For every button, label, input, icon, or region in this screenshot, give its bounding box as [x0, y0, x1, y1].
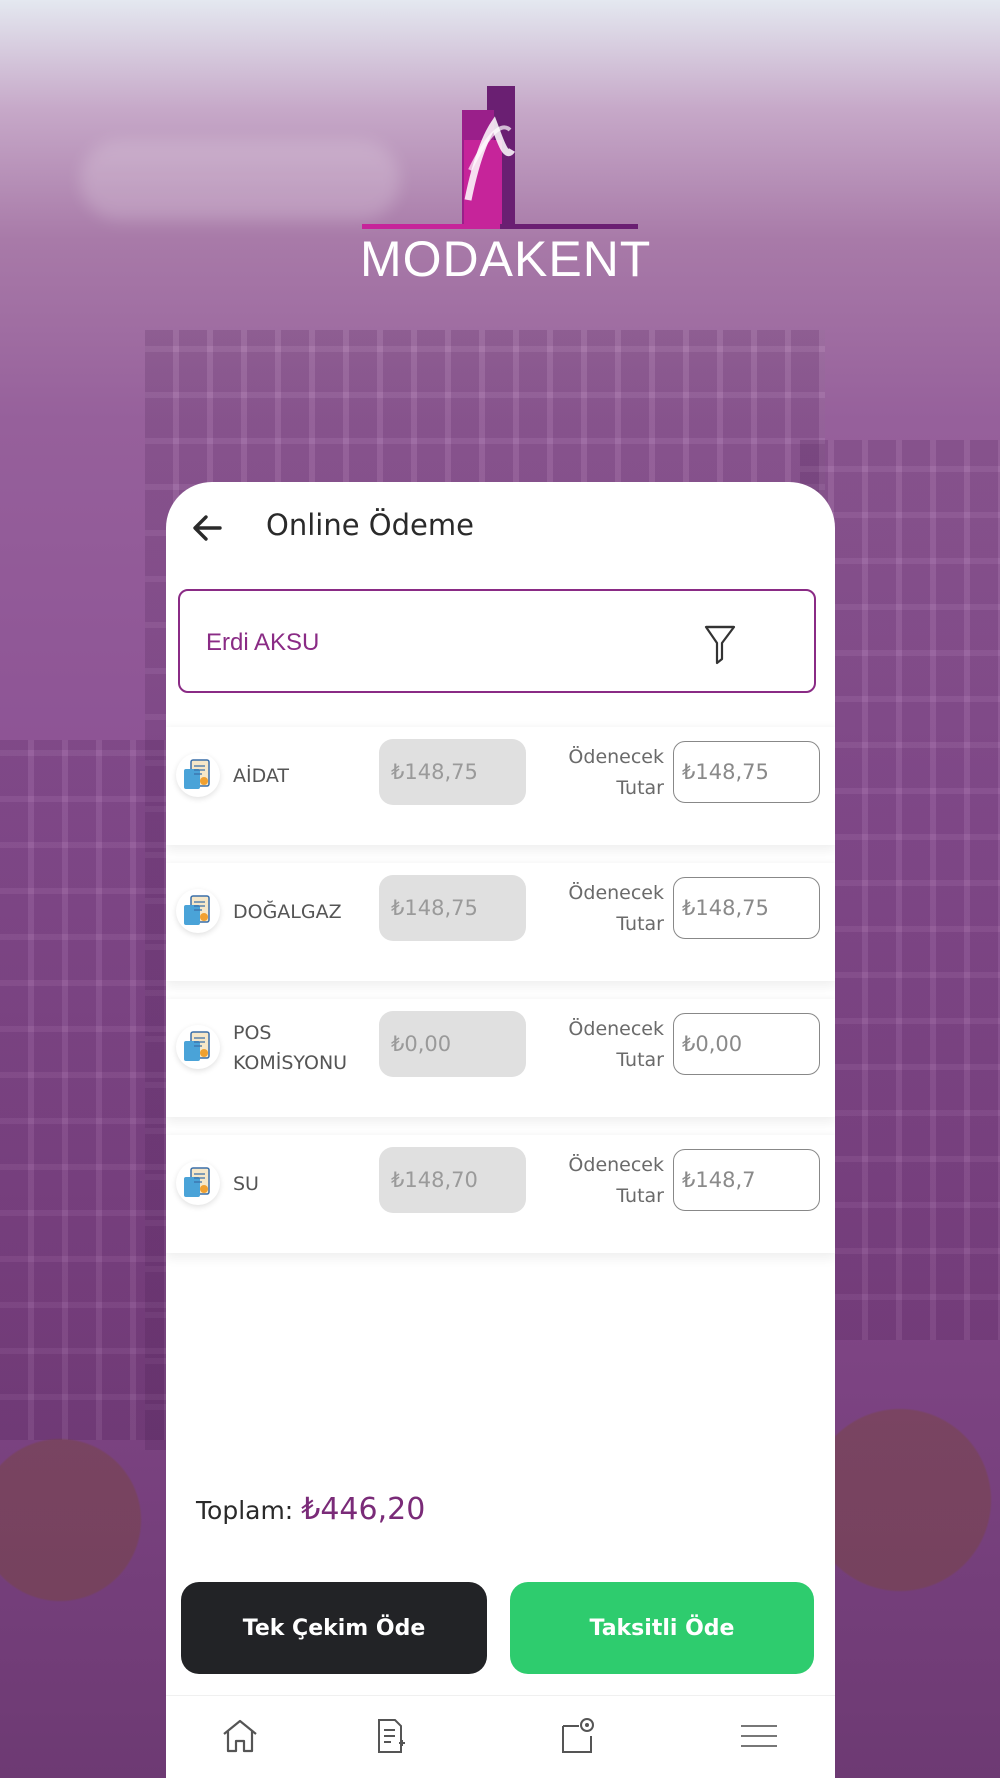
bill-icon: [176, 753, 220, 797]
nav-payments[interactable]: [555, 1714, 599, 1758]
resident-name: Erdi AKSU: [206, 629, 320, 656]
page-title: Online Ödeme: [266, 508, 474, 542]
payment-row-aidat: AİDAT ₺148,75 Ödenecek Tutar: [166, 727, 835, 845]
total-label: Toplam:: [196, 1496, 294, 1525]
pay-amount-input[interactable]: [673, 1013, 820, 1075]
nav-menu[interactable]: [737, 1714, 781, 1758]
resident-filter-field[interactable]: Erdi AKSU: [178, 589, 816, 693]
payment-item-label: POS KOMİSYONU: [233, 1022, 348, 1074]
logo-wordmark: MODAKENT: [360, 231, 652, 287]
logo-mark: [362, 86, 638, 229]
payment-row-pos-komisyonu: POS KOMİSYONU ₺0,00 Ödenecek Tutar: [166, 999, 835, 1117]
home-icon: [223, 1719, 257, 1753]
payment-row-dogalgaz: DOĞALGAZ ₺148,75 Ödenecek Tutar: [166, 863, 835, 981]
single-payment-button[interactable]: Tek Çekim Öde: [181, 1582, 487, 1674]
total-value: ₺446,20: [301, 1492, 426, 1527]
pay-amount-input[interactable]: [673, 877, 820, 939]
pay-amount-label: Ödenecek Tutar: [568, 746, 664, 799]
menu-icon: [741, 1725, 777, 1747]
filter-funnel-icon: [704, 625, 736, 665]
debt-amount: ₺148,70: [379, 1147, 526, 1213]
payment-list: AİDAT ₺148,75 Ödenecek Tutar DOĞALGAZ ₺1…: [166, 727, 835, 1271]
pay-amount-label: Ödenecek Tutar: [568, 882, 664, 935]
payment-item-label: SU: [233, 1173, 259, 1195]
pay-amount-label: Ödenecek Tutar: [568, 1018, 664, 1071]
modakent-logo: MODAKENT: [360, 80, 652, 290]
installment-payment-button[interactable]: Taksitli Öde: [510, 1582, 814, 1674]
card-icon: [562, 1718, 594, 1753]
document-icon: [378, 1719, 405, 1753]
background-building-left: [0, 740, 170, 1440]
header: Online Ödeme: [166, 482, 835, 572]
bottom-nav: [166, 1695, 835, 1778]
total: Toplam: ₺446,20: [196, 1492, 425, 1527]
arrow-left-icon: [193, 515, 222, 541]
debt-amount: ₺148,75: [379, 739, 526, 805]
bill-icon: [176, 1025, 220, 1069]
filter-button[interactable]: [700, 621, 740, 667]
back-button[interactable]: [188, 508, 228, 548]
debt-amount: ₺0,00: [379, 1011, 526, 1077]
payment-row-su: SU ₺148,70 Ödenecek Tutar: [166, 1135, 835, 1253]
payment-item-label: DOĞALGAZ: [233, 901, 342, 923]
pay-amount-input[interactable]: [673, 741, 820, 803]
bill-icon: [176, 889, 220, 933]
payment-item-label: AİDAT: [233, 765, 290, 787]
payment-card: Online Ödeme Erdi AKSU AİDAT ₺148,75 Öde…: [166, 482, 835, 1778]
nav-documents[interactable]: [369, 1714, 413, 1758]
bill-icon: [176, 1161, 220, 1205]
nav-home[interactable]: [218, 1714, 262, 1758]
pay-amount-label: Ödenecek Tutar: [568, 1154, 664, 1207]
background-cloud: [80, 140, 400, 220]
pay-amount-input[interactable]: [673, 1149, 820, 1211]
debt-amount: ₺148,75: [379, 875, 526, 941]
